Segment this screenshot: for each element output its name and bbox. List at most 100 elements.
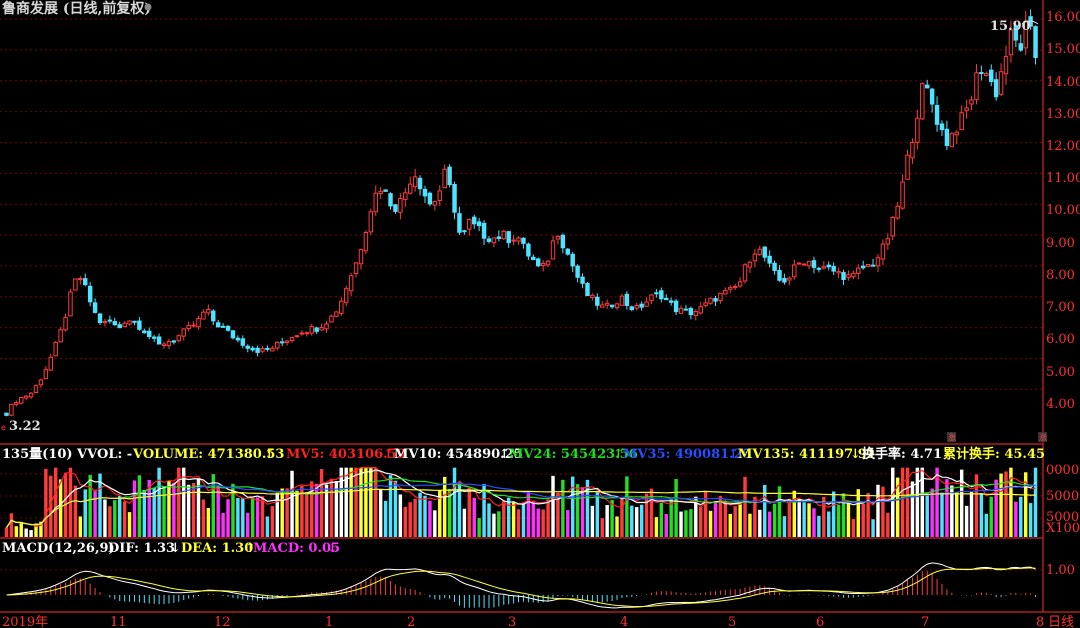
dea-value: DEA: 1.30 xyxy=(181,541,253,556)
volume-bar xyxy=(329,478,334,537)
candle-body xyxy=(619,295,625,306)
volume-bar xyxy=(674,478,678,537)
candle-body xyxy=(501,230,506,240)
volume-bar xyxy=(157,467,161,537)
volume-bar xyxy=(836,505,841,537)
svg-text:↓: ↓ xyxy=(850,447,861,462)
date-tick: 3 xyxy=(508,615,516,628)
volume-ma-line xyxy=(6,482,1036,528)
volume-bar xyxy=(132,480,137,537)
volume-bar xyxy=(570,476,575,537)
volume-bar xyxy=(206,507,211,537)
kline-chart[interactable]: 鲁商发展 (日线,前复权) 16.00 15.00 14.00 13.00 12… xyxy=(0,0,1080,628)
volume-bar xyxy=(900,467,905,537)
candle-body xyxy=(265,347,270,350)
volume-bar xyxy=(585,479,590,537)
candle-body xyxy=(343,288,349,303)
volume-bar xyxy=(910,481,915,537)
candle-body xyxy=(132,320,137,323)
volume-bar xyxy=(994,479,998,537)
volume-bar xyxy=(44,468,48,537)
candle-body xyxy=(560,234,566,249)
volume-bar xyxy=(221,512,225,537)
candle-body xyxy=(481,222,487,239)
candle-body xyxy=(19,396,24,404)
volume-bar xyxy=(83,489,87,537)
candle-body xyxy=(649,294,654,302)
candle-body xyxy=(176,335,182,341)
volume-bar xyxy=(708,510,713,537)
volume-bar xyxy=(103,499,107,537)
candle-body xyxy=(895,205,900,219)
volume-bar xyxy=(713,503,718,537)
date-tick: 7 xyxy=(921,615,929,628)
candle-body xyxy=(796,262,802,265)
candle-body xyxy=(900,181,905,209)
date-tick: 11 xyxy=(110,615,127,628)
high-price-label: 15.90 xyxy=(990,19,1031,34)
period-tab[interactable]: 日线 xyxy=(1048,615,1074,628)
candle-body xyxy=(14,402,19,405)
volume-bar xyxy=(649,488,654,537)
volume-tick: 0000 xyxy=(1046,463,1079,478)
candle-body xyxy=(920,83,925,120)
volume-bar xyxy=(452,467,457,537)
volume-bar xyxy=(497,511,501,537)
svg-text:↓: ↓ xyxy=(170,541,181,556)
volume-bars[interactable] xyxy=(4,467,1038,537)
candle-body xyxy=(639,303,644,308)
candle-body xyxy=(545,260,551,266)
price-tick: 13.00 xyxy=(1046,107,1080,122)
candle-body xyxy=(43,369,49,380)
volume-bar xyxy=(689,509,693,537)
candle-body xyxy=(452,183,457,213)
candle-body xyxy=(673,300,679,313)
volume-bar xyxy=(295,490,299,537)
candle-body xyxy=(363,231,369,252)
candle-body xyxy=(737,281,743,287)
volume-bar xyxy=(413,498,417,537)
volume-bar xyxy=(4,527,9,537)
candle-body xyxy=(1018,43,1023,51)
candle-body xyxy=(329,315,334,323)
candle-body xyxy=(821,266,827,269)
volume-bar xyxy=(851,518,856,537)
volume-bar xyxy=(817,515,821,537)
candle-body xyxy=(275,341,280,349)
volume-bar xyxy=(846,503,851,537)
volume-bar xyxy=(1019,496,1023,537)
candle-body xyxy=(526,243,531,257)
candlesticks[interactable] xyxy=(4,9,1038,417)
candle-body xyxy=(334,311,339,317)
candle-body xyxy=(407,183,413,194)
volume-bar xyxy=(122,501,127,537)
volume-bar xyxy=(615,516,619,537)
volume-bar xyxy=(698,507,703,537)
candle-body xyxy=(191,324,196,327)
date-tick: 4 xyxy=(620,615,628,628)
volume-bar xyxy=(856,489,861,537)
candle-body xyxy=(865,264,871,267)
volume-unit: X100 xyxy=(1046,521,1080,536)
time-axis: 2019年 11 12 1 2 3 4 5 6 7 8 日线 xyxy=(2,615,1074,628)
volume-bar xyxy=(964,505,969,537)
candle-body xyxy=(491,237,497,244)
candle-body xyxy=(570,253,575,267)
candle-body xyxy=(979,72,984,75)
settings-dot-icon[interactable] xyxy=(144,3,152,11)
candle-body xyxy=(73,278,78,291)
volume-bar xyxy=(344,467,348,537)
candle-body xyxy=(393,204,398,212)
candle-body xyxy=(151,336,157,339)
candle-body xyxy=(447,166,452,186)
candle-body xyxy=(324,323,329,330)
candle-body xyxy=(506,231,511,244)
candle-body xyxy=(161,343,167,347)
volume-bar xyxy=(738,504,742,537)
volume-bar xyxy=(93,489,97,537)
candle-body xyxy=(28,392,34,398)
price-tick: 7.00 xyxy=(1046,300,1075,315)
candle-body xyxy=(929,88,935,105)
candle-body xyxy=(575,265,580,278)
volume-bar xyxy=(679,511,683,537)
